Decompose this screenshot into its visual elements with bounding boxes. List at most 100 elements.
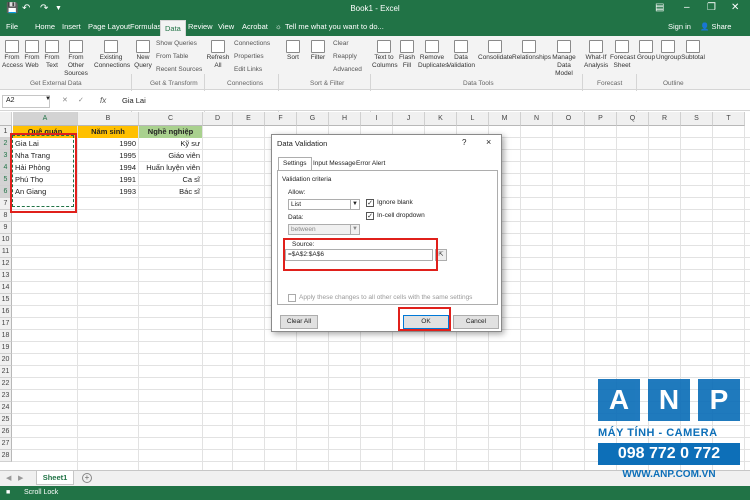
column-header-d[interactable]: D — [203, 112, 233, 126]
remove-duplicates-button[interactable]: Remove Duplicates — [418, 40, 448, 70]
column-header-n[interactable]: N — [521, 112, 553, 126]
relationships-button[interactable]: Relationships — [512, 40, 551, 62]
row-header-22[interactable]: 22 — [0, 378, 12, 390]
row-header-15[interactable]: 15 — [0, 294, 12, 306]
tab-home[interactable]: Home — [35, 22, 55, 31]
help-icon[interactable]: ? — [462, 138, 466, 147]
cell-c4[interactable]: Huấn luyện viên — [139, 162, 202, 174]
data-validation-button[interactable]: Data Validation — [446, 40, 476, 70]
cancel-entry-icon[interactable]: ✕ — [62, 96, 68, 104]
cell-b3[interactable]: 1995 — [78, 150, 138, 162]
properties-button[interactable]: Properties — [234, 53, 264, 60]
existing-connections-button[interactable]: Existing Connections — [94, 40, 130, 70]
column-header-t[interactable]: T — [713, 112, 745, 126]
recent-sources-button[interactable]: Recent Sources — [156, 66, 202, 73]
cell-c3[interactable]: Giáo viên — [139, 150, 202, 162]
clear-all-button[interactable]: Clear All — [280, 315, 318, 329]
tab-review[interactable]: Review — [188, 22, 213, 31]
row-header-27[interactable]: 27 — [0, 438, 12, 450]
cell-b5[interactable]: 1991 — [78, 174, 138, 186]
row-header-13[interactable]: 13 — [0, 270, 12, 282]
name-box-dropdown-icon[interactable]: ▼ — [45, 96, 51, 102]
select-all-corner[interactable] — [0, 112, 12, 126]
column-header-g[interactable]: G — [297, 112, 329, 126]
close-icon[interactable]: × — [486, 137, 491, 147]
advanced-button[interactable]: Advanced — [333, 66, 362, 73]
from-table-button[interactable]: From Table — [156, 53, 188, 60]
tab-insert[interactable]: Insert — [62, 22, 81, 31]
tab-data[interactable]: Data — [160, 20, 186, 36]
row-header-28[interactable]: 28 — [0, 450, 12, 462]
column-header-j[interactable]: J — [393, 112, 425, 126]
from-other-sources-button[interactable]: From Other Sources — [62, 40, 90, 78]
ungroup-button[interactable]: Ungroup — [656, 40, 681, 62]
row-header-17[interactable]: 17 — [0, 318, 12, 330]
tell-me-input[interactable]: Tell me what you want to do... — [285, 22, 384, 31]
scroll-left-icon[interactable]: ◀ — [6, 474, 11, 482]
close-window-icon[interactable]: ✕ — [731, 2, 739, 13]
cell-c6[interactable]: Bác sĩ — [139, 186, 202, 198]
connections-button[interactable]: Connections — [234, 40, 270, 47]
what-if-button[interactable]: What-If Analysis — [584, 40, 608, 70]
cell-b2[interactable]: 1990 — [78, 138, 138, 150]
column-header-a[interactable]: A — [13, 112, 78, 126]
row-header-14[interactable]: 14 — [0, 282, 12, 294]
sign-in-link[interactable]: Sign in — [668, 22, 691, 31]
tab-acrobat[interactable]: Acrobat — [242, 22, 268, 31]
column-header-m[interactable]: M — [489, 112, 521, 126]
column-header-s[interactable]: S — [681, 112, 713, 126]
row-header-12[interactable]: 12 — [0, 258, 12, 270]
tab-formulas[interactable]: Formulas — [130, 22, 161, 31]
ribbon-display-icon[interactable]: ▤ — [655, 2, 664, 13]
allow-select[interactable]: List ▼ — [288, 199, 360, 210]
from-web-button[interactable]: From Web — [22, 40, 42, 70]
consolidate-button[interactable]: Consolidate — [478, 40, 512, 62]
filter-button[interactable]: Filter — [308, 40, 328, 62]
header-cell-nghe-nghiep[interactable]: Nghề nghiệp — [139, 126, 202, 138]
from-text-button[interactable]: From Text — [42, 40, 62, 70]
row-header-23[interactable]: 23 — [0, 390, 12, 402]
row-header-24[interactable]: 24 — [0, 402, 12, 414]
add-sheet-button[interactable]: + — [82, 473, 92, 483]
column-header-e[interactable]: E — [233, 112, 265, 126]
sheet-tab-sheet1[interactable]: Sheet1 — [36, 471, 74, 485]
column-header-q[interactable]: Q — [617, 112, 649, 126]
cell-b4[interactable]: 1994 — [78, 162, 138, 174]
subtotal-button[interactable]: Subtotal — [681, 40, 705, 62]
row-header-20[interactable]: 20 — [0, 354, 12, 366]
refresh-all-button[interactable]: Refresh All — [206, 40, 230, 70]
reapply-button[interactable]: Reapply — [333, 53, 357, 60]
group-button[interactable]: Group — [637, 40, 655, 62]
forecast-sheet-button[interactable]: Forecast Sheet — [610, 40, 635, 70]
row-header-9[interactable]: 9 — [0, 222, 12, 234]
cell-c2[interactable]: Kỹ sư — [139, 138, 202, 150]
tab-view[interactable]: View — [218, 22, 234, 31]
show-queries-button[interactable]: Show Queries — [156, 40, 197, 47]
column-header-k[interactable]: K — [425, 112, 457, 126]
header-cell-nam-sinh[interactable]: Năm sinh — [78, 126, 138, 138]
row-header-26[interactable]: 26 — [0, 426, 12, 438]
row-header-16[interactable]: 16 — [0, 306, 12, 318]
flash-fill-button[interactable]: Flash Fill — [398, 40, 416, 70]
tab-settings[interactable]: Settings — [278, 157, 312, 171]
name-box[interactable]: A2 — [2, 95, 50, 108]
insert-function-icon[interactable]: fx — [100, 96, 106, 105]
sort-button[interactable]: Sort — [284, 40, 302, 62]
row-header-21[interactable]: 21 — [0, 366, 12, 378]
tab-file[interactable]: File — [6, 22, 18, 31]
row-header-25[interactable]: 25 — [0, 414, 12, 426]
column-header-f[interactable]: F — [265, 112, 297, 126]
row-header-18[interactable]: 18 — [0, 330, 12, 342]
column-header-o[interactable]: O — [553, 112, 585, 126]
row-header-19[interactable]: 19 — [0, 342, 12, 354]
formula-input[interactable]: Gia Lai — [122, 96, 146, 105]
manage-data-model-button[interactable]: Manage Data Model — [548, 40, 580, 78]
column-header-c[interactable]: C — [139, 112, 203, 126]
new-query-button[interactable]: New Query — [133, 40, 153, 70]
in-cell-dropdown-checkbox[interactable]: ✓ — [366, 212, 374, 220]
scroll-right-icon[interactable]: ▶ — [18, 474, 23, 482]
enter-entry-icon[interactable]: ✓ — [78, 96, 84, 104]
column-header-r[interactable]: R — [649, 112, 681, 126]
column-header-p[interactable]: P — [585, 112, 617, 126]
from-access-button[interactable]: From Access — [2, 40, 23, 70]
